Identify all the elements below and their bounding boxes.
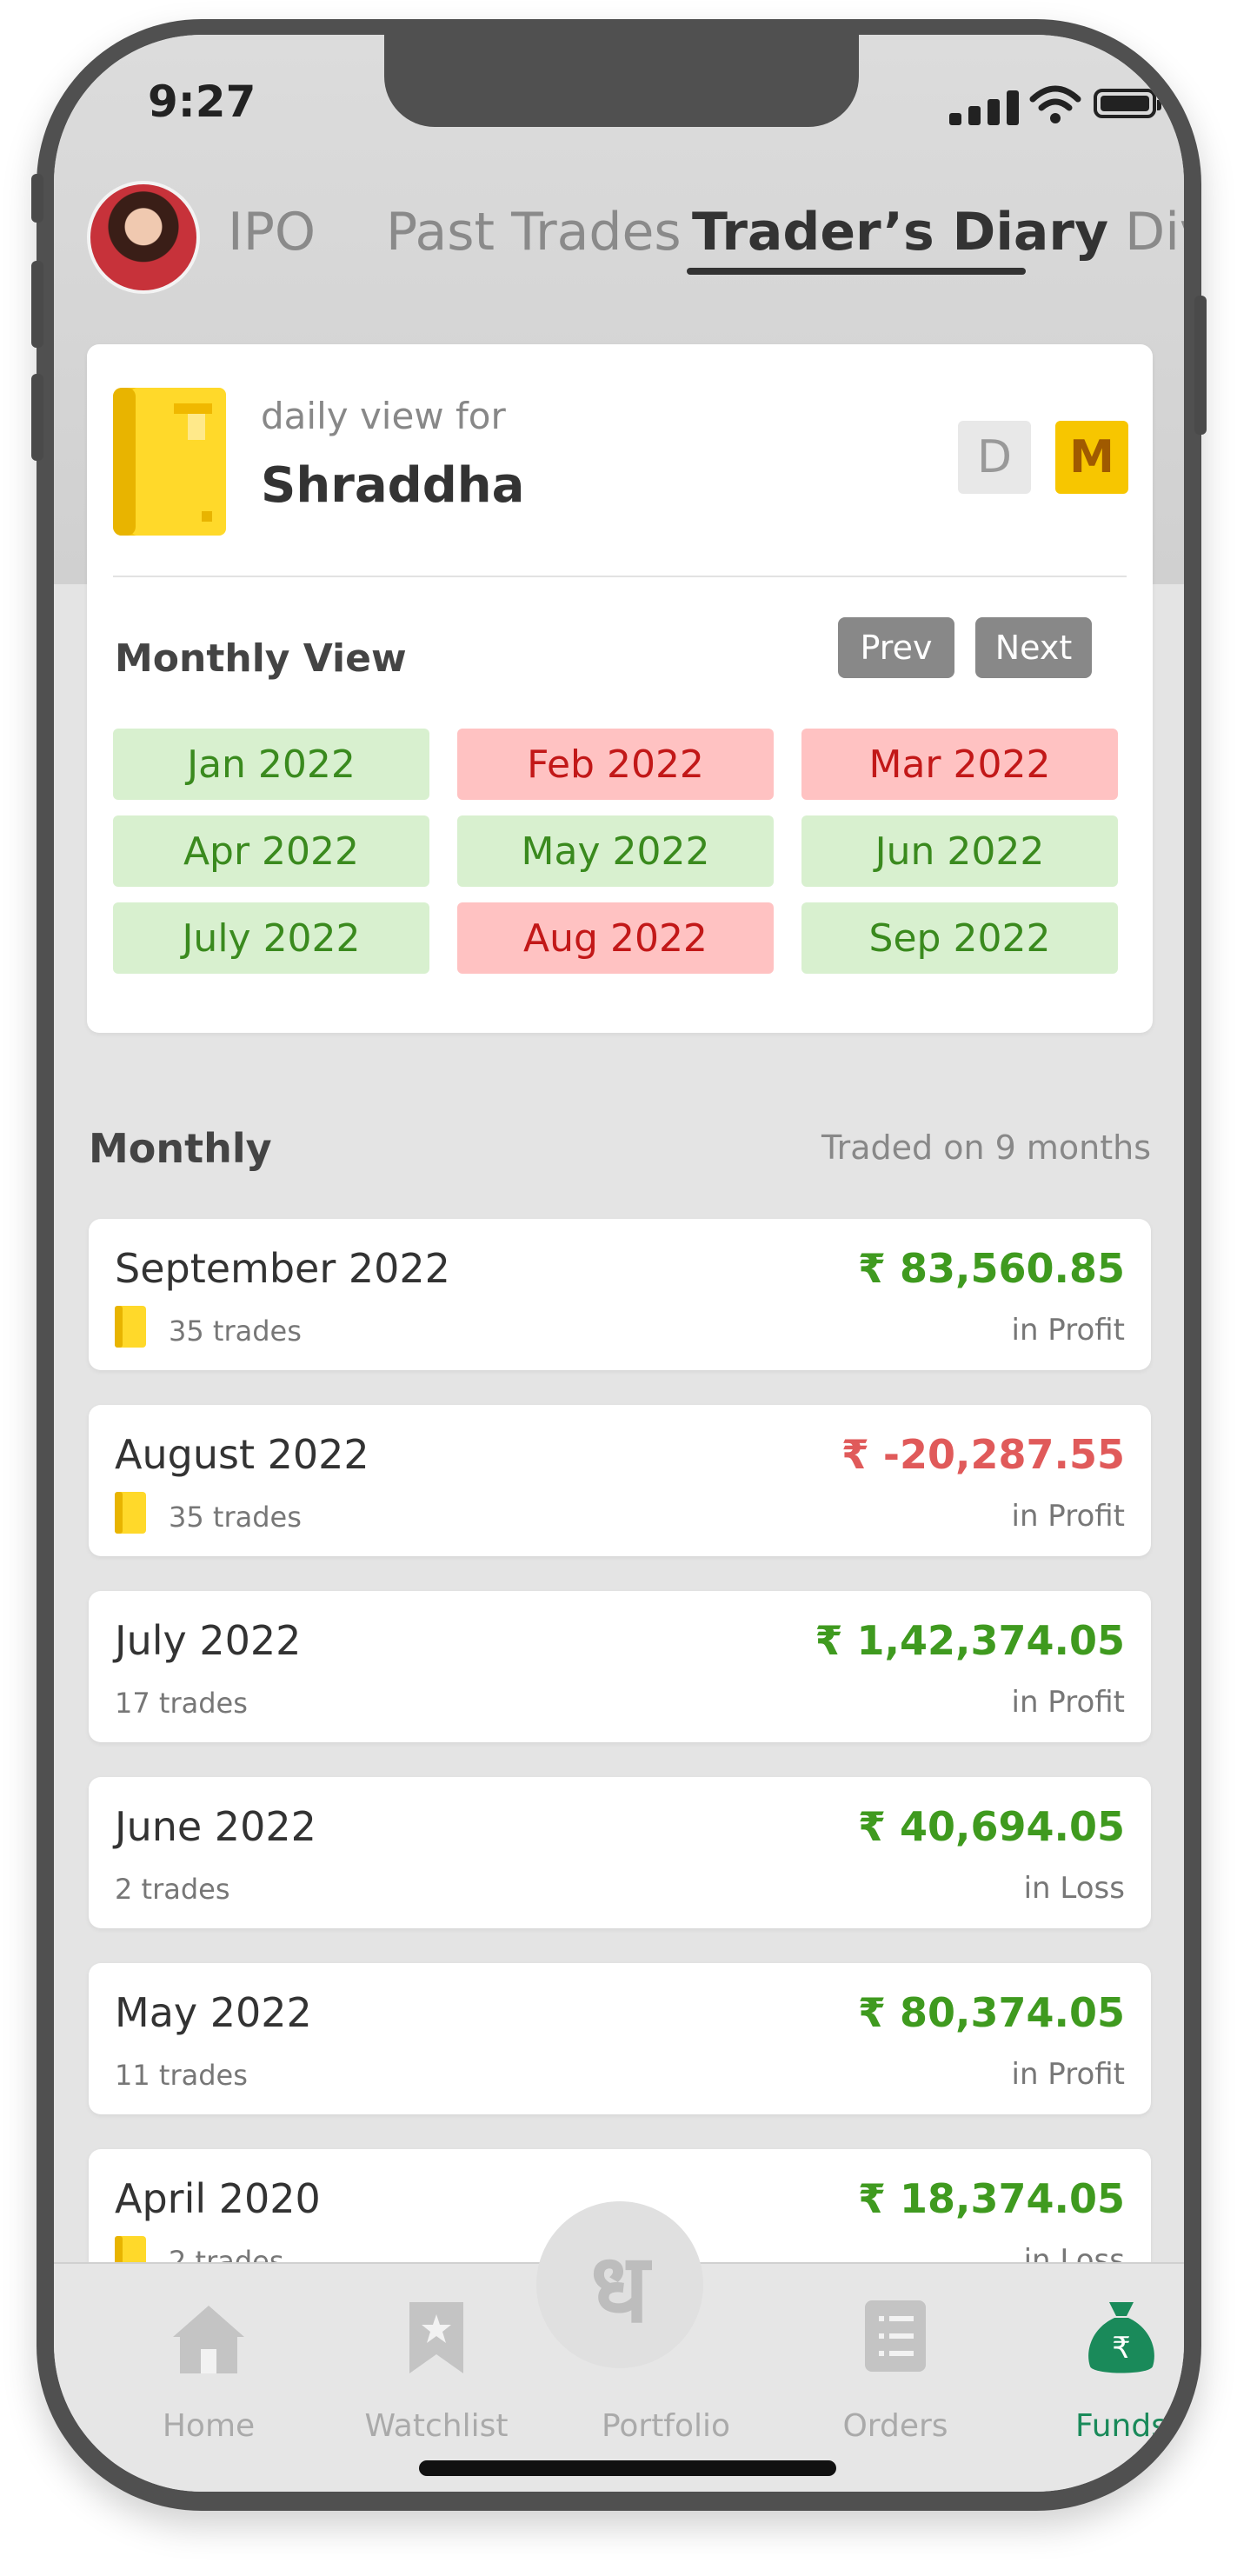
side-button-volume-up [31, 261, 43, 348]
side-button-power [1194, 296, 1207, 435]
nav-orders[interactable]: Orders [808, 2299, 982, 2444]
wifi-icon [1029, 85, 1081, 123]
row-month: August 2022 [115, 1431, 369, 1478]
tab-past-trades[interactable]: Past Trades [386, 202, 682, 263]
nav-home[interactable]: Home [122, 2299, 296, 2444]
orders-list-icon [865, 2300, 926, 2372]
tab-traders-diary[interactable]: Trader’s Diary [692, 202, 1108, 263]
home-icon [173, 2306, 244, 2373]
notch [384, 35, 859, 127]
month-cell[interactable]: May 2022 [457, 815, 774, 887]
month-cell[interactable]: Jan 2022 [113, 729, 429, 800]
diary-user-name: Shraddha [261, 457, 525, 514]
row-amount: ₹ 18,374.05 [857, 2175, 1125, 2222]
month-cell[interactable]: Apr 2022 [113, 815, 429, 887]
list-item[interactable]: September 2022 35 trades ₹ 83,560.85 in … [89, 1219, 1151, 1370]
month-cell[interactable]: Mar 2022 [801, 729, 1118, 800]
row-status: in Profit [1011, 1499, 1126, 1534]
diary-book-icon [115, 1306, 146, 1348]
battery-icon [1094, 89, 1161, 118]
row-month: July 2022 [115, 1617, 302, 1664]
list-item[interactable]: May 2022 11 trades ₹ 80,374.05 in Profit [89, 1963, 1151, 2114]
active-tab-indicator [687, 268, 1026, 275]
nav-watchlist-label: Watchlist [364, 2408, 509, 2444]
monthly-view-title: Monthly View [115, 636, 407, 681]
nav-funds-label: Funds [1075, 2408, 1167, 2444]
list-item[interactable]: August 2022 35 trades ₹ -20,287.55 in Pr… [89, 1405, 1151, 1556]
daily-mode-button[interactable]: D [958, 421, 1031, 494]
row-trades: 35 trades [169, 1501, 302, 1534]
row-trades: 11 trades [115, 2059, 248, 2092]
tab-div[interactable]: Div [1125, 202, 1184, 263]
row-amount: ₹ 40,694.05 [857, 1803, 1125, 1850]
diary-card: daily view for Shraddha D M Monthly View… [87, 344, 1153, 1033]
month-cell[interactable]: Aug 2022 [457, 902, 774, 974]
row-month: April 2020 [115, 2175, 321, 2222]
nav-funds[interactable]: ₹ Funds [1034, 2299, 1184, 2444]
status-time: 9:27 [148, 77, 256, 127]
monthly-mode-button[interactable]: M [1055, 421, 1128, 494]
nav-portfolio-label: Portfolio [601, 2408, 731, 2444]
prev-button[interactable]: Prev [838, 617, 954, 678]
traded-months-count: Traded on 9 months [821, 1128, 1151, 1167]
diary-book-icon [113, 388, 226, 536]
month-cell[interactable]: July 2022 [113, 902, 429, 974]
month-cell[interactable]: Feb 2022 [457, 729, 774, 800]
side-button-mute [31, 174, 43, 223]
portfolio-fab[interactable]: ध [536, 2201, 703, 2368]
tab-ipo[interactable]: IPO [228, 202, 316, 263]
nav-orders-label: Orders [842, 2408, 948, 2444]
month-cell[interactable]: Jun 2022 [801, 815, 1118, 887]
row-status: in Profit [1011, 2057, 1126, 2092]
month-cell[interactable]: Sep 2022 [801, 902, 1118, 974]
list-item[interactable]: June 2022 2 trades ₹ 40,694.05 in Loss [89, 1777, 1151, 1928]
row-amount: ₹ 1,42,374.05 [815, 1617, 1126, 1664]
row-month: June 2022 [115, 1803, 316, 1850]
nav-home-label: Home [162, 2408, 256, 2444]
avatar[interactable] [87, 181, 200, 294]
diary-subtitle: daily view for [261, 395, 506, 437]
row-month: May 2022 [115, 1989, 312, 2036]
screen: 9:27 IPO Past Trades Trader’s Diary Div … [54, 35, 1184, 2492]
money-bag-icon: ₹ [1088, 2302, 1154, 2373]
signal-icon [949, 90, 1022, 125]
home-indicator[interactable] [419, 2460, 836, 2476]
card-divider [113, 576, 1127, 577]
row-amount: ₹ 80,374.05 [857, 1989, 1125, 2036]
row-amount: ₹ -20,287.55 [841, 1431, 1125, 1478]
row-trades: 35 trades [169, 1315, 302, 1348]
row-status: in Loss [1023, 1871, 1125, 1906]
next-button[interactable]: Next [975, 617, 1092, 678]
side-button-volume-down [31, 374, 43, 461]
svg-text:₹: ₹ [1112, 2331, 1131, 2366]
nav-watchlist[interactable]: Watchlist [349, 2299, 523, 2444]
row-amount: ₹ 83,560.85 [857, 1245, 1125, 1292]
row-trades: 2 trades [115, 1873, 230, 1906]
list-item[interactable]: July 2022 17 trades ₹ 1,42,374.05 in Pro… [89, 1591, 1151, 1742]
row-trades: 17 trades [115, 1687, 248, 1720]
row-month: September 2022 [115, 1245, 450, 1292]
row-status: in Profit [1011, 1313, 1126, 1348]
row-status: in Profit [1011, 1685, 1126, 1720]
monthly-section-title: Monthly [89, 1125, 272, 1172]
diary-book-icon [115, 1492, 146, 1534]
portfolio-logo-icon: ध [590, 2232, 649, 2344]
bookmark-star-icon [409, 2302, 463, 2373]
